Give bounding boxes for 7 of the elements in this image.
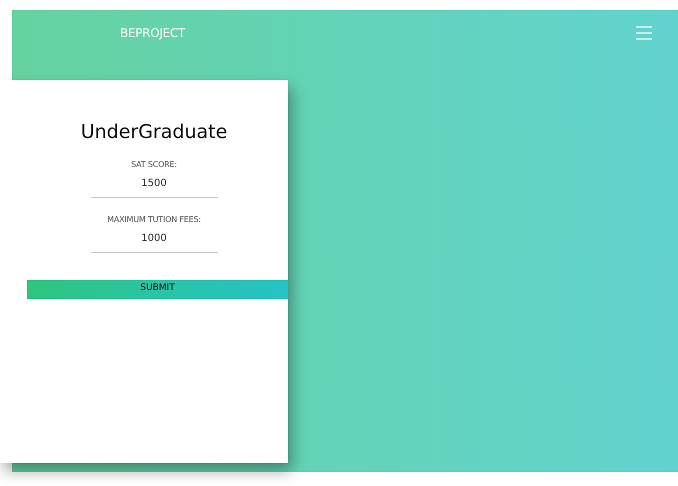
- field-label: SAT SCORE:: [131, 158, 177, 170]
- menu-icon[interactable]: [636, 26, 652, 40]
- field-label: MAXIMUM TUTION FEES:: [107, 214, 201, 226]
- input-field[interactable]: 1500: [90, 176, 218, 198]
- form-title: UnderGraduate: [80, 120, 228, 145]
- submit-button[interactable]: SUBMIT: [27, 280, 288, 298]
- input-field[interactable]: 1000: [90, 230, 218, 252]
